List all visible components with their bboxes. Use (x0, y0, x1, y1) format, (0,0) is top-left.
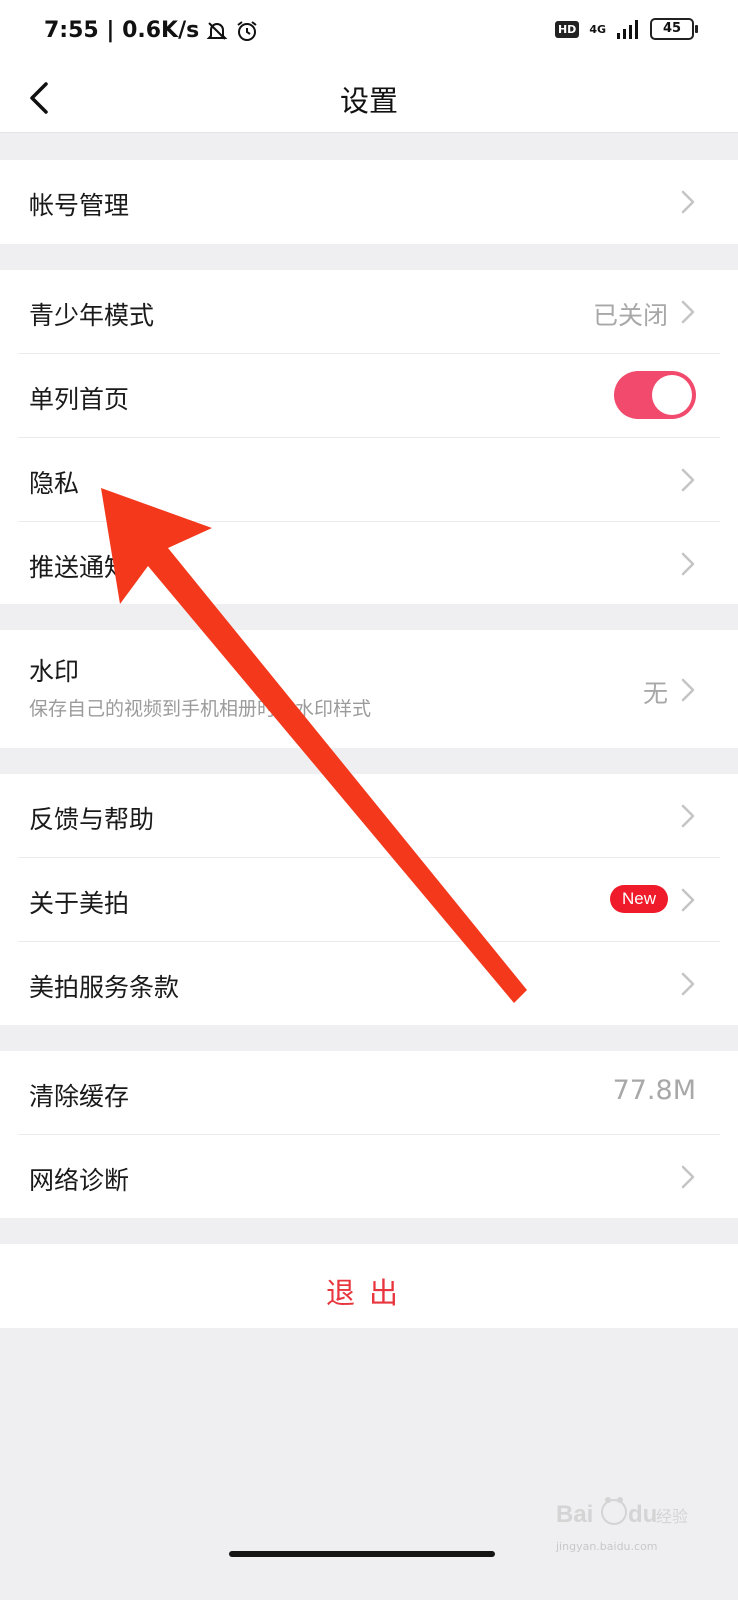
about-group: 反馈与帮助 关于美拍 New 美拍服务条款 (0, 774, 738, 1025)
storage-group: 清除缓存 77.8M 网络诊断 (0, 1051, 738, 1218)
single-column-row: 单列首页 (0, 354, 738, 437)
general-group: 青少年模式 已关闭 单列首页 隐私 推送通知 (0, 270, 738, 604)
signal-icon (617, 20, 638, 39)
chevron-right-icon (681, 972, 695, 996)
battery-indicator: 45 (650, 18, 698, 40)
clear-cache-label: 清除缓存 (29, 1082, 130, 1111)
chevron-right-icon (681, 678, 695, 702)
push-notification-row[interactable]: 推送通知 (0, 522, 738, 604)
svg-text:du: du (628, 1501, 657, 1528)
teen-mode-label: 青少年模式 (29, 301, 155, 330)
navigation-bar: 设置 (0, 64, 738, 133)
chevron-right-icon (681, 468, 695, 492)
baidu-jingyan-watermark: Bai du 经验 (556, 1497, 688, 1528)
about-meipai-label: 关于美拍 (29, 889, 130, 918)
status-bar: 7:55 | 0.6K/s HD 4G 45 (0, 0, 738, 64)
about-meipai-row[interactable]: 关于美拍 New (0, 858, 738, 941)
account-management-row[interactable]: 帐号管理 (0, 160, 738, 244)
status-time-speed: 7:55 | 0.6K/s (44, 18, 200, 43)
svg-text:Bai: Bai (556, 1501, 593, 1528)
watermark-value: 无 (642, 679, 668, 708)
cache-size: 77.8M (612, 1075, 696, 1106)
account-group: 帐号管理 (0, 160, 738, 244)
watermark-site: jingyan.baidu.com (556, 1540, 658, 1553)
watermark-row[interactable]: 水印 保存自己的视频到手机相册时的水印样式 无 (0, 630, 738, 748)
new-badge: New (610, 885, 668, 913)
network-diagnosis-row[interactable]: 网络诊断 (0, 1135, 738, 1218)
push-notification-label: 推送通知 (29, 553, 130, 582)
watermark-group: 水印 保存自己的视频到手机相册时的水印样式 无 (0, 630, 738, 748)
terms-of-service-label: 美拍服务条款 (29, 973, 180, 1002)
terms-of-service-row[interactable]: 美拍服务条款 (0, 942, 738, 1025)
watermark-label: 水印 (29, 657, 80, 686)
logout-group: 退出 (0, 1244, 738, 1328)
account-management-label: 帐号管理 (29, 191, 130, 220)
logout-button[interactable]: 退出 (0, 1244, 738, 1328)
single-column-toggle[interactable] (614, 371, 696, 419)
hd-badge: HD (554, 20, 580, 38)
alarm-icon (237, 20, 257, 41)
chevron-right-icon (681, 190, 695, 214)
mute-notification-icon (206, 21, 228, 40)
network-diagnosis-label: 网络诊断 (29, 1166, 130, 1195)
chevron-right-icon (681, 1165, 695, 1189)
watermark-description: 保存自己的视频到手机相册时的水印样式 (29, 698, 372, 720)
chevron-right-icon (681, 888, 695, 912)
chevron-right-icon (681, 300, 695, 324)
status-right: HD 4G 45 (554, 18, 698, 40)
svg-text:经验: 经验 (656, 1507, 688, 1526)
toggle-knob (652, 375, 692, 415)
single-column-label: 单列首页 (29, 385, 130, 414)
chevron-right-icon (681, 552, 695, 576)
privacy-row[interactable]: 隐私 (0, 438, 738, 521)
logout-label: 退出 (325, 1276, 412, 1310)
teen-mode-row[interactable]: 青少年模式 已关闭 (0, 270, 738, 353)
page-title: 设置 (339, 84, 398, 118)
clear-cache-row[interactable]: 清除缓存 77.8M (0, 1051, 738, 1134)
status-left: 7:55 | 0.6K/s (44, 18, 259, 43)
chevron-right-icon (681, 804, 695, 828)
feedback-help-label: 反馈与帮助 (29, 805, 155, 834)
privacy-label: 隐私 (29, 469, 80, 498)
feedback-help-row[interactable]: 反馈与帮助 (0, 774, 738, 857)
teen-mode-status: 已关闭 (592, 301, 668, 330)
network-type: 4G (589, 22, 606, 36)
home-indicator[interactable] (229, 1551, 495, 1557)
